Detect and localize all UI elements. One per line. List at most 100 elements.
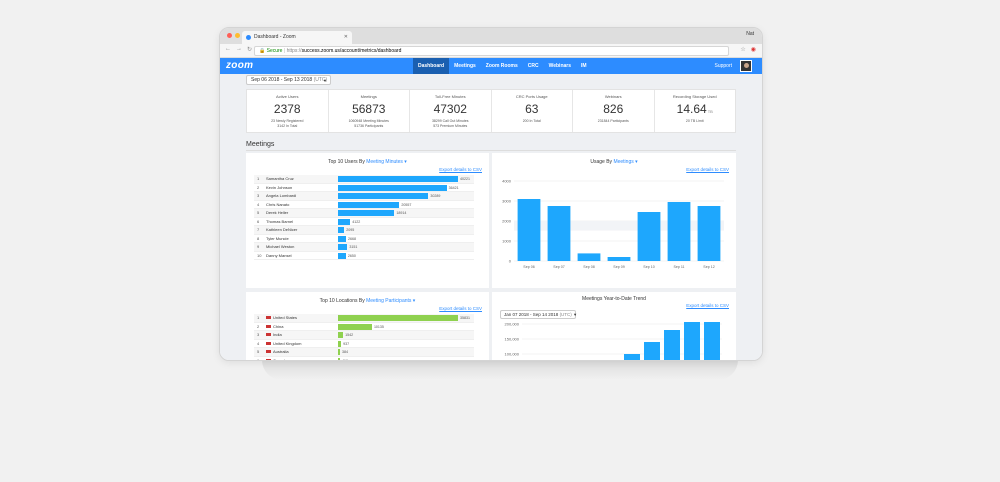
- row-rank: 7: [257, 227, 260, 232]
- top-locations-panel: Top 10 Locations By Meeting Participants…: [246, 292, 489, 361]
- nav-item-dashboard[interactable]: Dashboard: [413, 58, 450, 74]
- close-window-button[interactable]: [227, 33, 232, 38]
- row-name: Kathleen DeNicer: [266, 227, 298, 232]
- stat-value: 14.64 TB: [676, 102, 713, 116]
- chevron-down-icon: ▼: [323, 78, 327, 83]
- table-row: 9 Michael Weston 3151: [254, 243, 474, 252]
- top-locations-metric-dropdown[interactable]: Meeting Participants: [366, 298, 411, 304]
- usage-metric-dropdown[interactable]: Meetings: [613, 159, 633, 165]
- nav-item-zoom-rooms[interactable]: Zoom Rooms: [481, 58, 523, 74]
- forward-icon[interactable]: →: [236, 46, 242, 53]
- row-rank: 1: [257, 315, 260, 320]
- row-rank: 3: [257, 332, 260, 337]
- table-row: 1 Samantha Cruz 40221: [254, 175, 474, 184]
- y-tick-label: 100,000: [505, 352, 520, 357]
- tab-bar: Dashboard - Zoom ✕ Nat: [220, 28, 762, 44]
- nav-item-im[interactable]: IM: [576, 58, 592, 74]
- nav-item-webinars[interactable]: Webinars: [544, 58, 576, 74]
- avatar[interactable]: [740, 60, 752, 72]
- usage-bar: [547, 206, 571, 261]
- row-name: United Kingdom: [273, 340, 302, 346]
- stat-sub: 1060948 Meeting Minutes 51736 Participant…: [329, 119, 410, 129]
- dashboard-content: Sep 06 2018 - Sep 13 2018 (UTC) ▼ Active…: [220, 74, 762, 361]
- browser-tab[interactable]: Dashboard - Zoom ✕: [242, 31, 352, 44]
- stat-sub: 23 Newly Registered 3142 In Total: [247, 119, 328, 129]
- stat-value: 63: [525, 102, 539, 116]
- row-bar: [338, 244, 348, 250]
- row-bar: [338, 357, 340, 360]
- row-name: Thomas Barnel: [266, 218, 294, 224]
- stat-value: 2378: [273, 102, 301, 116]
- support-link[interactable]: Support: [714, 58, 732, 74]
- usage-bar: [607, 257, 631, 261]
- url-text: success.zoom.us/account/metrics/dashboar…: [301, 48, 402, 54]
- zoom-favicon-icon: [246, 35, 251, 40]
- nav-buttons: ← → ↻: [225, 46, 252, 53]
- y-tick-label: 150,000: [505, 337, 520, 342]
- row-bar: [338, 235, 346, 242]
- table-row: 8 Tyler Muncie 2668: [254, 235, 474, 243]
- row-name: Derek Heller: [266, 210, 289, 215]
- close-tab-icon[interactable]: ✕: [344, 31, 348, 44]
- top-users-metric-dropdown[interactable]: Meeting Minutes: [366, 159, 403, 165]
- stat-sub: 200 In Total: [492, 119, 573, 124]
- profile-label[interactable]: Nat: [746, 31, 754, 37]
- usage-bar: [637, 212, 661, 261]
- stat-unit: TB: [706, 109, 713, 114]
- row-name: India: [273, 332, 282, 337]
- export-csv-link[interactable]: Export details to CSV: [686, 303, 729, 308]
- row-value: 18914: [396, 211, 407, 215]
- row-bar: [338, 227, 345, 233]
- top-users-title: Top 10 Users By Meeting Minutes ▾: [328, 159, 407, 165]
- app-nav: zoom Dashboard Meetings Zoom Rooms CRC Webin…: [220, 58, 762, 74]
- row-name: Samantha Cruz: [266, 176, 294, 181]
- section-title: Meetings: [246, 141, 275, 148]
- reload-icon[interactable]: ↻: [247, 46, 252, 53]
- minimize-window-button[interactable]: [235, 33, 240, 38]
- row-bar: [338, 349, 340, 355]
- flag-icon: [266, 324, 271, 328]
- row-bar: [338, 340, 342, 347]
- row-rank: 6: [257, 357, 260, 361]
- top-locations-title: Top 10 Locations By Meeting Participants…: [319, 298, 416, 304]
- row-value: 2650: [347, 253, 356, 258]
- zoom-logo[interactable]: zoom: [226, 60, 253, 71]
- star-icon[interactable]: ☆: [740, 46, 745, 53]
- row-name: Kevin Johnson: [266, 184, 293, 190]
- export-csv-link[interactable]: Export details to CSV: [439, 306, 482, 311]
- export-csv-link[interactable]: Export details to CSV: [686, 167, 729, 172]
- url-input[interactable]: 🔒 Secure | https://success.zoom.us/accou…: [254, 46, 729, 56]
- stat-sub-line: 20 TB Limit: [685, 119, 704, 123]
- top-users-table: 1 Samantha Cruz 40221 2 Kevin Johnson 36421 3 A…: [254, 175, 474, 260]
- export-csv-link[interactable]: Export details to CSV: [439, 167, 482, 172]
- stat-card: Recording Storage Used 14.64 TB 20 TB Limi…: [655, 90, 736, 132]
- row-bar: [338, 323, 372, 330]
- extension-icon[interactable]: ◉: [751, 46, 756, 53]
- band: [514, 221, 724, 231]
- row-value: 2668: [347, 236, 356, 241]
- stat-sub: 38299 Call Out Minutes 573 Premium Minute…: [410, 119, 491, 129]
- ytd-date-range-select[interactable]: Jan 07 2018 - Sep 14 2018 (UTC) ▼: [500, 310, 577, 319]
- stat-label: Toll-Free Minutes: [434, 94, 466, 99]
- table-row: 3 Angela Lombardi 30289: [254, 192, 474, 201]
- row-name: China: [273, 323, 284, 329]
- nav-item-meetings[interactable]: Meetings: [449, 58, 481, 74]
- row-bar: [338, 210, 395, 216]
- ytd-bar: [684, 322, 700, 360]
- date-range-select[interactable]: Sep 06 2018 - Sep 13 2018 (UTC) ▼: [246, 75, 331, 85]
- stat-label: Recording Storage Used: [672, 94, 717, 99]
- nav-item-crc[interactable]: CRC: [523, 58, 544, 74]
- stat-card: Webinars 826 231844 Participants: [573, 90, 655, 132]
- row-name: Tyler Muncie: [266, 235, 289, 241]
- back-icon[interactable]: ←: [225, 46, 231, 53]
- ytd-title: Meetings Year-to-Date Trend: [582, 296, 646, 302]
- ytd-panel: Meetings Year-to-Date Trend Export detai…: [492, 292, 736, 360]
- row-value: 20557: [401, 202, 412, 207]
- top-users-panel: Top 10 Users By Meeting Minutes ▾ Export…: [246, 153, 489, 288]
- usage-bar: [517, 199, 541, 261]
- usage-title: Usage By Meetings ▾: [590, 159, 638, 165]
- ytd-bar: [624, 354, 640, 360]
- row-rank: 9: [257, 244, 260, 249]
- row-value: 4122: [352, 219, 361, 224]
- x-tick-label: Sep 06: [523, 265, 534, 269]
